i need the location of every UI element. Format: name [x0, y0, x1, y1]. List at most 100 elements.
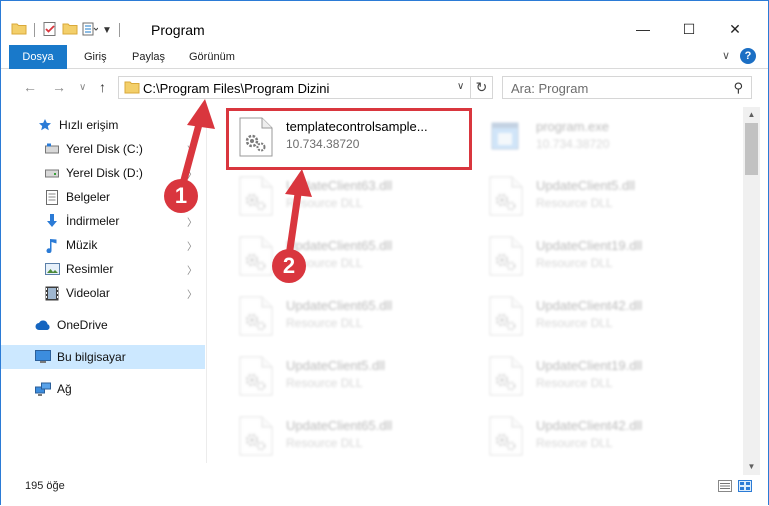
sidebar-item-label: Videolar	[66, 286, 110, 300]
customize-toolbar-icon[interactable]: ▼	[102, 25, 112, 36]
file-item[interactable]: UpdateClient19.dll Resource DLL	[479, 350, 719, 406]
address-bar[interactable]: C:\Program Files\Program Dizini ∨ ↻	[118, 76, 493, 99]
address-path[interactable]: C:\Program Files\Program Dizini	[143, 81, 329, 96]
item-count: 195 öğe	[25, 480, 65, 492]
file-description: Resource DLL	[536, 256, 613, 270]
properties-menu-icon[interactable]	[82, 21, 99, 40]
file-name: UpdateClient63.dll	[286, 178, 393, 193]
file-item[interactable]: program.exe 10.734.38720	[479, 111, 719, 167]
file-description: Resource DLL	[536, 316, 613, 330]
video-icon	[44, 285, 60, 301]
navigation-bar: ← → ∨ ↑ C:\Program Files\Program Dizini …	[1, 71, 768, 105]
documents-icon	[44, 189, 60, 205]
recent-locations-icon[interactable]: ∨	[79, 82, 86, 93]
pin-icon[interactable]: 〉	[187, 286, 197, 301]
file-description: Resource DLL	[286, 196, 363, 210]
scroll-up-icon[interactable]: ▲	[743, 107, 760, 123]
explorer-window: ▼ Program — ☐ ✕ Dosya Giriş Paylaş Görün…	[0, 0, 769, 505]
file-item[interactable]: UpdateClient65.dll Resource DLL	[229, 410, 469, 466]
pin-icon[interactable]: 〉	[187, 214, 197, 229]
tab-view[interactable]: Görünüm	[189, 45, 235, 69]
file-name: program.exe	[536, 119, 609, 134]
file-description: Resource DLL	[286, 436, 363, 450]
sidebar-item-onedrive[interactable]: OneDrive	[1, 313, 205, 337]
sidebar-item-this-pc[interactable]: Bu bilgisayar	[1, 345, 205, 369]
scroll-down-icon[interactable]: ▼	[743, 459, 760, 475]
dll-file-icon	[239, 296, 273, 336]
ribbon-tabs: Dosya Giriş Paylaş Görünüm ∨ ?	[1, 45, 768, 69]
pin-icon[interactable]: 〉	[187, 142, 197, 157]
status-bar: 195 öğe	[1, 475, 768, 505]
computer-icon	[35, 349, 51, 365]
dll-file-icon	[489, 176, 523, 216]
sidebar-item-pictures[interactable]: Resimler 〉	[1, 257, 205, 281]
file-description: 10.734.38720	[286, 137, 360, 151]
vertical-scrollbar[interactable]: ▲ ▼	[743, 107, 760, 475]
file-item[interactable]: UpdateClient42.dll Resource DLL	[479, 410, 719, 466]
file-description: Resource DLL	[536, 436, 613, 450]
file-name: UpdateClient5.dll	[286, 358, 386, 373]
download-icon	[44, 213, 60, 229]
pane-divider	[206, 113, 207, 463]
search-icon[interactable]: ⚲	[733, 80, 743, 96]
sidebar-item-videos[interactable]: Videolar 〉	[1, 281, 205, 305]
sidebar-item-label: Resimler	[66, 262, 114, 276]
refresh-icon[interactable]: ↻	[470, 77, 492, 98]
pictures-icon	[44, 261, 60, 277]
file-item[interactable]: templatecontrolsample... 10.734.38720	[226, 108, 472, 170]
dll-file-icon	[239, 356, 273, 396]
sidebar-item-label: OneDrive	[57, 318, 108, 332]
file-item[interactable]: UpdateClient5.dll Resource DLL	[229, 350, 469, 406]
file-name: UpdateClient19.dll	[536, 358, 643, 373]
back-arrow-icon[interactable]: ←	[23, 79, 37, 95]
help-button[interactable]: ?	[740, 48, 756, 64]
sidebar-item-label: Ağ	[57, 382, 72, 396]
view-switcher	[718, 480, 752, 495]
tab-share[interactable]: Paylaş	[132, 45, 165, 69]
sidebar-item-downloads[interactable]: İndirmeler 〉	[1, 209, 205, 233]
music-icon	[44, 237, 60, 253]
sidebar-item-label: İndirmeler	[66, 214, 120, 228]
application-icon	[489, 117, 523, 157]
pin-icon[interactable]: 〉	[187, 238, 197, 253]
star-icon	[37, 117, 53, 133]
file-item[interactable]: UpdateClient19.dll Resource DLL	[479, 230, 719, 286]
dll-file-icon	[489, 416, 523, 456]
minimize-button[interactable]: —	[620, 15, 666, 43]
sidebar-item-label: Yerel Disk (C:)	[66, 142, 143, 156]
tab-home[interactable]: Giriş	[84, 45, 107, 69]
folder-icon	[11, 21, 27, 40]
sidebar-item-music[interactable]: Müzik 〉	[1, 233, 205, 257]
pin-icon[interactable]: 〉	[187, 262, 197, 277]
dll-file-icon	[489, 236, 523, 276]
file-item[interactable]: UpdateClient42.dll Resource DLL	[479, 290, 719, 346]
search-box[interactable]: ⚲	[502, 76, 752, 99]
maximize-button[interactable]: ☐	[666, 15, 712, 43]
file-name: UpdateClient42.dll	[536, 418, 643, 433]
scrollbar-thumb[interactable]	[745, 123, 758, 175]
forward-arrow-icon[interactable]: →	[52, 79, 66, 95]
sidebar-item-local-disk-c[interactable]: Yerel Disk (C:) 〉	[1, 137, 205, 161]
properties-icon[interactable]	[42, 21, 58, 40]
new-folder-icon[interactable]	[62, 21, 78, 40]
dll-file-icon	[239, 416, 273, 456]
search-input[interactable]	[511, 80, 711, 96]
address-dropdown-icon[interactable]: ∨	[457, 81, 464, 92]
file-item[interactable]: UpdateClient65.dll Resource DLL	[229, 290, 469, 346]
tiles-view-icon[interactable]	[738, 480, 752, 495]
file-item[interactable]: UpdateClient5.dll Resource DLL	[479, 170, 719, 226]
up-arrow-icon[interactable]: ↑	[99, 79, 106, 95]
file-item[interactable]: UpdateClient65.dll Resource DLL	[229, 230, 469, 286]
sidebar-item-quick-access[interactable]: Hızlı erişim	[1, 113, 205, 137]
file-name: UpdateClient65.dll	[286, 418, 393, 433]
details-view-icon[interactable]	[718, 480, 732, 495]
file-name: UpdateClient19.dll	[536, 238, 643, 253]
expand-ribbon-icon[interactable]: ∨	[722, 49, 730, 62]
tab-file[interactable]: Dosya	[9, 45, 67, 69]
pin-icon[interactable]: 〉	[187, 166, 197, 181]
file-item[interactable]: UpdateClient63.dll Resource DLL	[229, 170, 469, 226]
close-button[interactable]: ✕	[712, 15, 758, 43]
sidebar-item-label: Hızlı erişim	[59, 118, 119, 132]
sidebar-item-network[interactable]: Ağ	[1, 377, 205, 401]
dll-file-icon	[489, 356, 523, 396]
